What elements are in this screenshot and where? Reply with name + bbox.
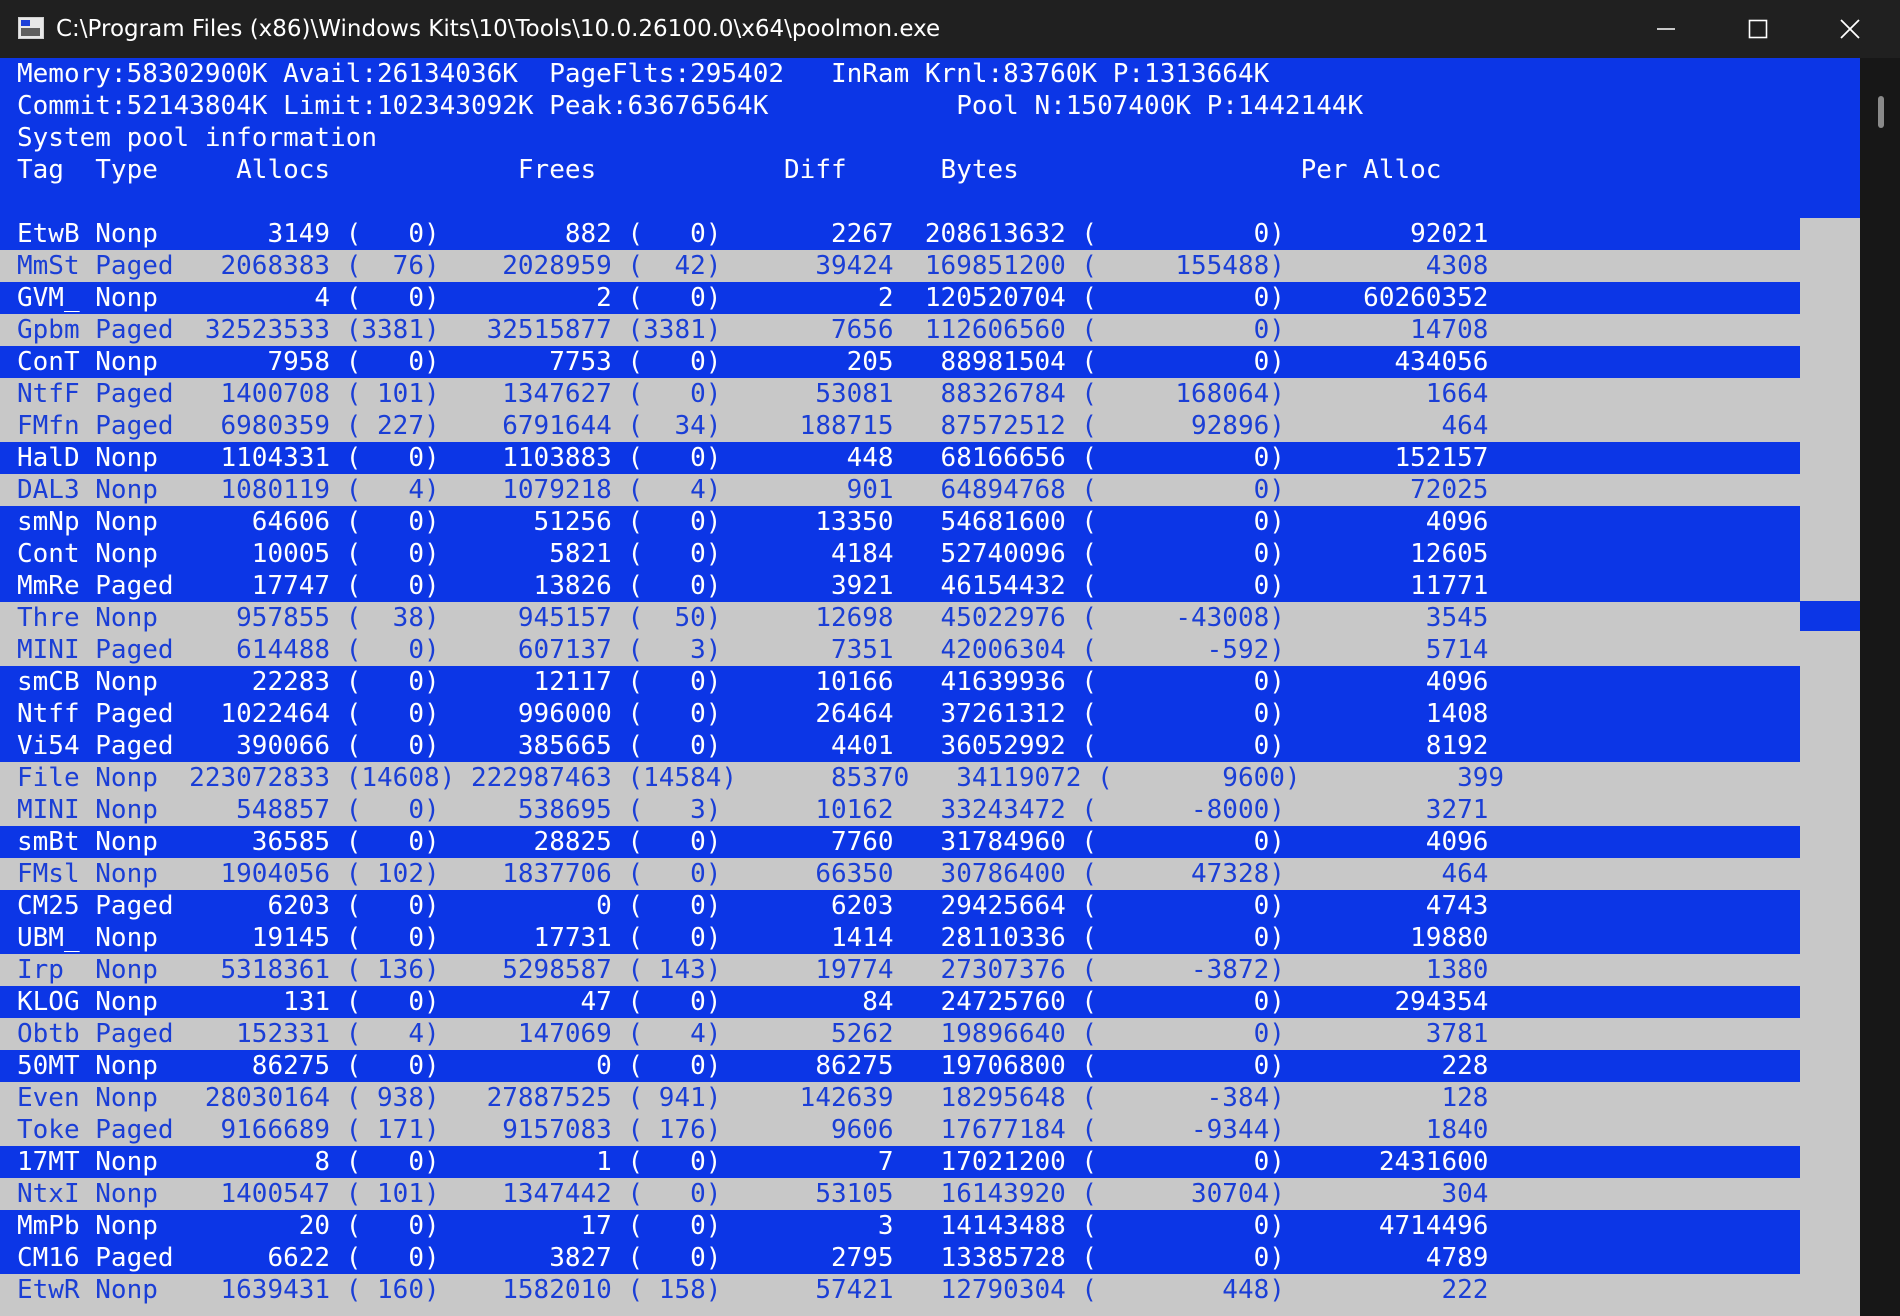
table-row[interactable]: smBt Nonp 36585 ( 0) 28825 ( 0) 7760 317… xyxy=(17,826,1488,858)
console-app-icon xyxy=(18,17,44,39)
poolmon-window: C:\Program Files (x86)\Windows Kits\10\T… xyxy=(0,0,1900,1316)
table-row[interactable]: smCB Nonp 22283 ( 0) 12117 ( 0) 10166 41… xyxy=(17,666,1488,698)
window-title: C:\Program Files (x86)\Windows Kits\10\T… xyxy=(56,16,941,42)
table-row[interactable]: CM16 Paged 6622 ( 0) 3827 ( 0) 2795 1338… xyxy=(17,1242,1488,1274)
pool-info-heading: System pool information xyxy=(17,123,378,153)
table-row[interactable]: MmRe Paged 17747 ( 0) 13826 ( 0) 3921 46… xyxy=(17,570,1488,602)
header-strip xyxy=(1800,58,1860,218)
table-row[interactable]: Vi54 Paged 390066 ( 0) 385665 ( 0) 4401 … xyxy=(17,730,1488,762)
table-row[interactable]: HalD Nonp 1104331 ( 0) 1103883 ( 0) 448 … xyxy=(17,442,1488,474)
table-row[interactable]: Cont Nonp 10005 ( 0) 5821 ( 0) 4184 5274… xyxy=(17,538,1488,570)
table-row[interactable]: GVM_ Nonp 4 ( 0) 2 ( 0) 2 120520704 ( 0)… xyxy=(17,282,1488,314)
close-button[interactable] xyxy=(1804,0,1896,58)
table-row[interactable]: KLOG Nonp 131 ( 0) 47 ( 0) 84 24725760 (… xyxy=(17,986,1488,1018)
table-row[interactable]: UBM_ Nonp 19145 ( 0) 17731 ( 0) 1414 281… xyxy=(17,922,1488,954)
table-row[interactable]: 17MT Nonp 8 ( 0) 1 ( 0) 7 17021200 ( 0) … xyxy=(17,1146,1488,1178)
table-row[interactable]: MINI Paged 614488 ( 0) 607137 ( 3) 7351 … xyxy=(17,634,1488,666)
minimize-icon xyxy=(1657,28,1675,30)
vertical-scrollbar[interactable] xyxy=(1860,58,1900,1316)
table-row[interactable]: Thre Nonp 957855 ( 38) 945157 ( 50) 1269… xyxy=(17,602,1488,634)
table-row[interactable]: EtwB Nonp 3149 ( 0) 882 ( 0) 2267 208613… xyxy=(17,218,1488,250)
table-row[interactable]: Irp Nonp 5318361 ( 136) 5298587 ( 143) 1… xyxy=(17,954,1488,986)
scroll-position-marker xyxy=(1800,601,1860,631)
scrollbar-thumb[interactable] xyxy=(1878,96,1884,128)
table-row[interactable]: FMfn Paged 6980359 ( 227) 6791644 ( 34) … xyxy=(17,410,1488,442)
table-row[interactable]: Toke Paged 9166689 ( 171) 9157083 ( 176)… xyxy=(17,1114,1488,1146)
table-row[interactable]: CM25 Paged 6203 ( 0) 0 ( 0) 6203 2942566… xyxy=(17,890,1488,922)
table-row[interactable]: smNp Nonp 64606 ( 0) 51256 ( 0) 13350 54… xyxy=(17,506,1488,538)
table-row[interactable]: Obtb Paged 152331 ( 4) 147069 ( 4) 5262 … xyxy=(17,1018,1488,1050)
table-row[interactable]: Gpbm Paged 32523533 (3381) 32515877 (338… xyxy=(17,314,1488,346)
title-bar[interactable]: C:\Program Files (x86)\Windows Kits\10\T… xyxy=(0,0,1900,58)
table-row[interactable]: MmSt Paged 2068383 ( 76) 2028959 ( 42) 3… xyxy=(17,250,1488,282)
table-row[interactable]: DAL3 Nonp 1080119 ( 4) 1079218 ( 4) 901 … xyxy=(17,474,1488,506)
table-row[interactable]: Ntff Paged 1022464 ( 0) 996000 ( 0) 2646… xyxy=(17,698,1488,730)
table-row[interactable]: EtwR Nonp 1639431 ( 160) 1582010 ( 158) … xyxy=(17,1274,1488,1306)
table-row[interactable]: MINI Nonp 548857 ( 0) 538695 ( 3) 10162 … xyxy=(17,794,1488,826)
table-row[interactable]: 50MT Nonp 86275 ( 0) 0 ( 0) 86275 197068… xyxy=(17,1050,1488,1082)
memory-summary-line: Memory:58302900K Avail:26134036K PageFlt… xyxy=(17,59,1270,89)
table-row[interactable]: NtfF Paged 1400708 ( 101) 1347627 ( 0) 5… xyxy=(17,378,1488,410)
close-icon xyxy=(1840,19,1860,39)
table-row[interactable]: Even Nonp 28030164 ( 938) 27887525 ( 941… xyxy=(17,1082,1488,1114)
minimize-button[interactable] xyxy=(1620,0,1712,58)
table-row[interactable]: MmPb Nonp 20 ( 0) 17 ( 0) 3 14143488 ( 0… xyxy=(17,1210,1488,1242)
commit-summary-line: Commit:52143804K Limit:102343092K Peak:6… xyxy=(17,91,1364,121)
maximize-button[interactable] xyxy=(1712,0,1804,58)
table-row[interactable]: NtxI Nonp 1400547 ( 101) 1347442 ( 0) 53… xyxy=(17,1178,1488,1210)
column-headers[interactable]: Tag Type Allocs Frees Diff Bytes Per All… xyxy=(17,154,1441,186)
table-row[interactable]: File Nonp 223072833 (14608) 222987463 (1… xyxy=(17,762,1504,794)
table-row[interactable]: ConT Nonp 7958 ( 0) 7753 ( 0) 205 889815… xyxy=(17,346,1488,378)
table-row[interactable]: FMsl Nonp 1904056 ( 102) 1837706 ( 0) 66… xyxy=(17,858,1488,890)
console-area[interactable]: Memory:58302900K Avail:26134036K PageFlt… xyxy=(0,58,1860,1316)
maximize-icon xyxy=(1748,19,1768,39)
